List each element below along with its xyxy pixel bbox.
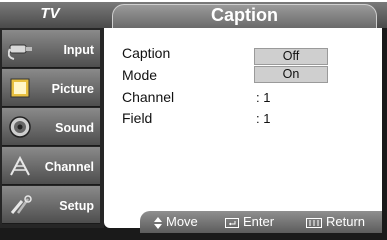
enter-hint-text: Enter: [243, 214, 275, 229]
channel-value: : 1: [256, 90, 271, 105]
sound-speaker-icon: [9, 116, 31, 138]
input-plug-icon: [8, 44, 32, 60]
return-hint: Return: [306, 214, 365, 229]
up-down-arrow-icon: [154, 216, 162, 229]
caption-panel: Caption Off Mode On Channel : 1 Field : …: [104, 28, 382, 228]
menu-return-icon: [306, 217, 322, 228]
sidebar-item-label: Channel: [44, 160, 94, 174]
sidebar-item-label: Setup: [59, 199, 94, 213]
page-title: Caption: [211, 5, 278, 25]
field-value: : 1: [256, 111, 271, 126]
move-hint-text: Move: [166, 214, 198, 229]
move-hint: Move: [154, 214, 198, 229]
sidebar: Input Picture Sound Channel Setup: [0, 28, 104, 228]
setup-tools-icon: [10, 195, 32, 214]
sidebar-item-label: Picture: [51, 82, 94, 96]
caption-option-on-text: On: [282, 67, 300, 81]
field-label: Field: [122, 110, 153, 126]
tv-menu-screen: TV Caption Input Picture Sound Channel S…: [0, 0, 387, 240]
channel-label: Channel: [122, 89, 175, 105]
picture-icon: [10, 78, 30, 98]
caption-option-off-text: Off: [282, 49, 300, 63]
sidebar-item-sound[interactable]: Sound: [2, 108, 100, 146]
sidebar-item-picture[interactable]: Picture: [2, 69, 100, 107]
mode-label: Mode: [122, 67, 158, 83]
caption-option-off[interactable]: Off: [254, 48, 328, 65]
caption-label: Caption: [122, 45, 171, 61]
sidebar-item-label: Sound: [55, 121, 94, 135]
enter-key-icon: [225, 217, 239, 228]
sidebar-item-channel[interactable]: Channel: [2, 147, 100, 185]
help-bar: Move Enter Return: [140, 211, 382, 233]
sidebar-item-input[interactable]: Input: [2, 30, 100, 68]
caption-option-on[interactable]: On: [254, 66, 328, 83]
sidebar-item-label: Input: [63, 43, 94, 57]
section-label: TV: [40, 5, 60, 22]
channel-antenna-icon: [10, 155, 30, 176]
sidebar-item-setup[interactable]: Setup: [2, 186, 100, 224]
enter-hint: Enter: [225, 214, 274, 229]
return-hint-text: Return: [326, 214, 366, 229]
